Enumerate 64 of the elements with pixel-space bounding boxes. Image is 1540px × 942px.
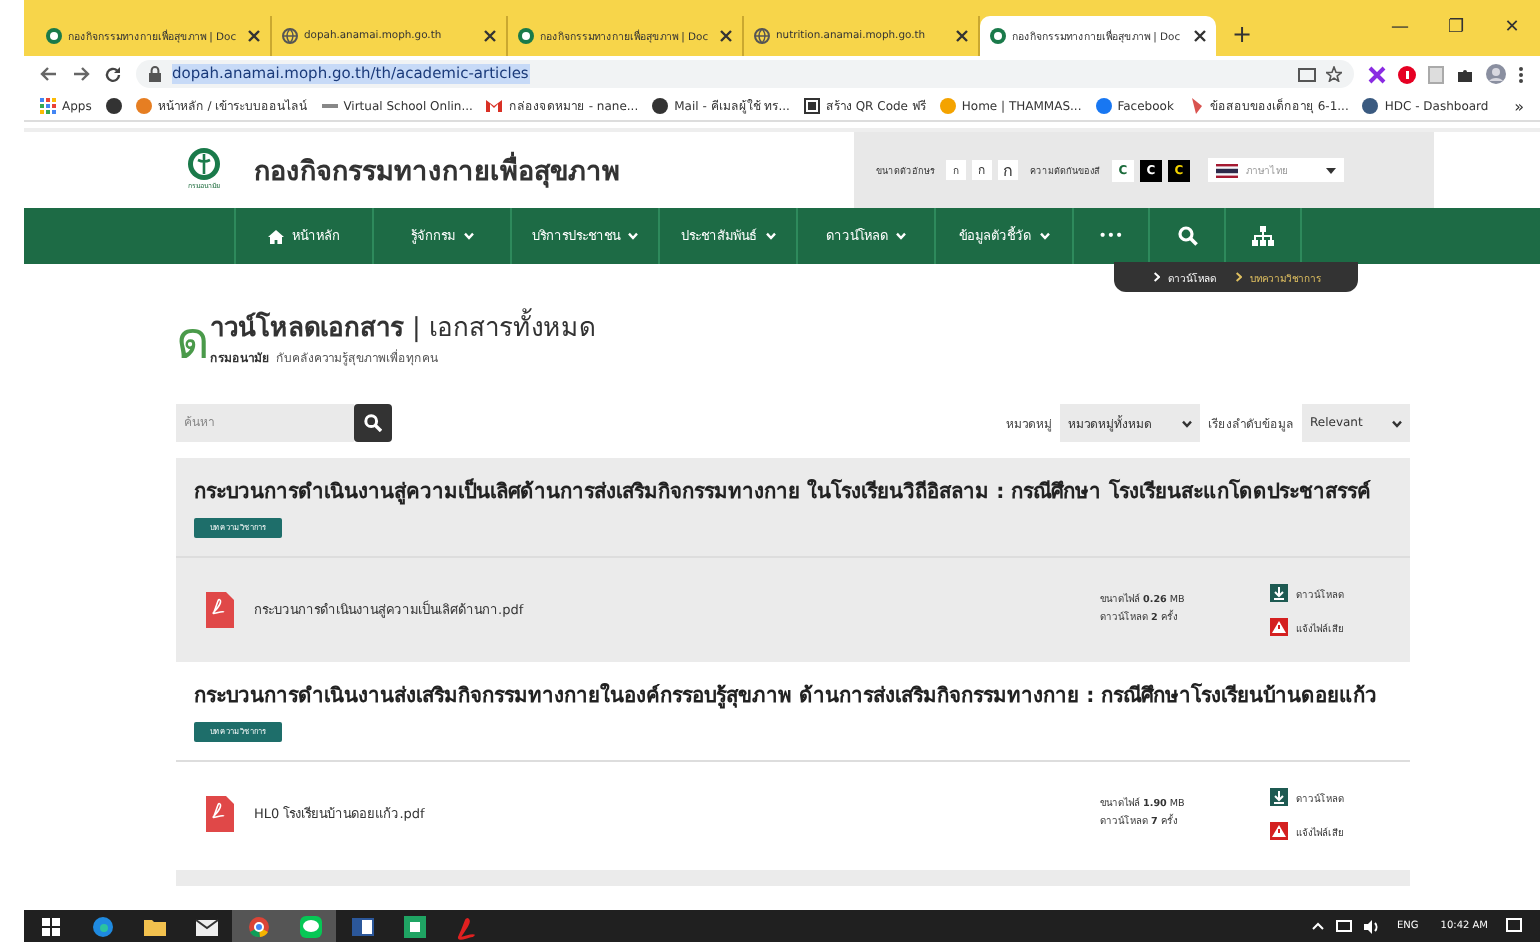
search-icon	[364, 414, 382, 432]
facebook-icon[interactable]	[1095, 98, 1112, 114]
chevron-icon	[628, 232, 638, 240]
close-icon[interactable]	[720, 30, 732, 42]
back-icon[interactable]	[40, 66, 58, 82]
apps-icon[interactable]	[40, 98, 56, 114]
close-icon[interactable]	[484, 30, 496, 42]
search-button[interactable]	[354, 404, 392, 442]
caret-icon	[1326, 167, 1336, 173]
more-bookmarks-button[interactable]: »	[1514, 97, 1524, 115]
cross-icon[interactable]	[1368, 65, 1386, 83]
close-button[interactable]: ✕	[1484, 18, 1540, 38]
restore-button[interactable]: ❐	[1428, 18, 1484, 38]
sheet-icon[interactable]	[399, 911, 429, 941]
chevron-icon	[1392, 419, 1402, 427]
font-size-button[interactable]: ก	[998, 160, 1018, 180]
sitemap-icon[interactable]	[1252, 226, 1274, 246]
download-icon[interactable]	[1270, 584, 1288, 602]
qr-icon[interactable]	[803, 98, 820, 114]
warning-icon[interactable]	[1270, 822, 1288, 840]
chat-icon[interactable]	[295, 911, 325, 941]
chevron-icon	[1236, 272, 1242, 282]
chevron-icon	[1039, 232, 1049, 240]
new-tab-button[interactable]: +	[1232, 20, 1253, 48]
chevron-icon	[463, 232, 473, 240]
home-icon	[268, 229, 284, 243]
avatar-icon[interactable]	[1486, 64, 1506, 84]
circle-icon[interactable]	[1362, 98, 1379, 114]
heading-divider: |	[412, 314, 421, 344]
forward-icon[interactable]	[72, 66, 90, 82]
dash-icon[interactable]	[321, 98, 338, 114]
flag-icon	[1216, 163, 1238, 177]
article-title[interactable]: กระบวนการดำเนินงานส่งเสริมกิจกรรมทางกายในองค์กรรอบรู้สุขภาพ ด้านการส่งเสริมกิจกรรมทางกาย : กรณีศึกษาโรงเรียนบ้านดอยแก้ว	[194, 682, 1378, 712]
close-icon[interactable]	[248, 30, 260, 42]
chevron-icon	[1154, 272, 1160, 282]
edge-icon[interactable]	[87, 911, 117, 941]
close-icon[interactable]	[1194, 30, 1206, 42]
chevron-icon[interactable]	[1312, 922, 1325, 930]
pdf-icon	[206, 592, 234, 628]
close-icon[interactable]	[956, 30, 968, 42]
speaker-icon[interactable]	[1364, 919, 1381, 933]
chevron-icon	[1182, 419, 1192, 427]
site-logo-icon	[46, 28, 62, 44]
search-icon[interactable]	[1177, 226, 1197, 246]
lock-icon	[148, 66, 162, 82]
page-subheading: เอกสารทั้งหมด	[428, 306, 595, 348]
emblem-icon	[188, 148, 220, 180]
bookmark-icon[interactable]	[1187, 98, 1204, 114]
download-icon[interactable]	[1270, 788, 1288, 806]
article-title[interactable]: กระบวนการดำเนินงานสู่ความเป็นเลิศด้านการส่งเสริมกิจกรรมทางกาย ในโรงเรียนวิถีอิสลาม : กรณีศึกษา โรงเรียนสะแกโดดประชาสรรค์	[194, 478, 1371, 508]
site-logo-icon	[990, 28, 1006, 44]
minimize-button[interactable]: —	[1372, 18, 1428, 38]
reload-icon[interactable]	[104, 65, 122, 83]
star-icon[interactable]	[1326, 66, 1342, 82]
site-title: กองกิจกรรมทางกายเพื่อสุขภาพ	[254, 148, 620, 192]
chrome-icon[interactable]	[243, 911, 273, 941]
page-heading: าวน์โหลดเอกสาร	[210, 309, 404, 348]
chevron-icon	[896, 232, 906, 240]
logo-letter: ด	[176, 316, 210, 368]
warning-icon[interactable]	[1270, 618, 1288, 636]
chevron-icon	[765, 232, 775, 240]
pdf-icon	[206, 796, 234, 832]
menu-icon[interactable]	[1518, 65, 1524, 83]
site-logo-icon	[518, 28, 534, 44]
